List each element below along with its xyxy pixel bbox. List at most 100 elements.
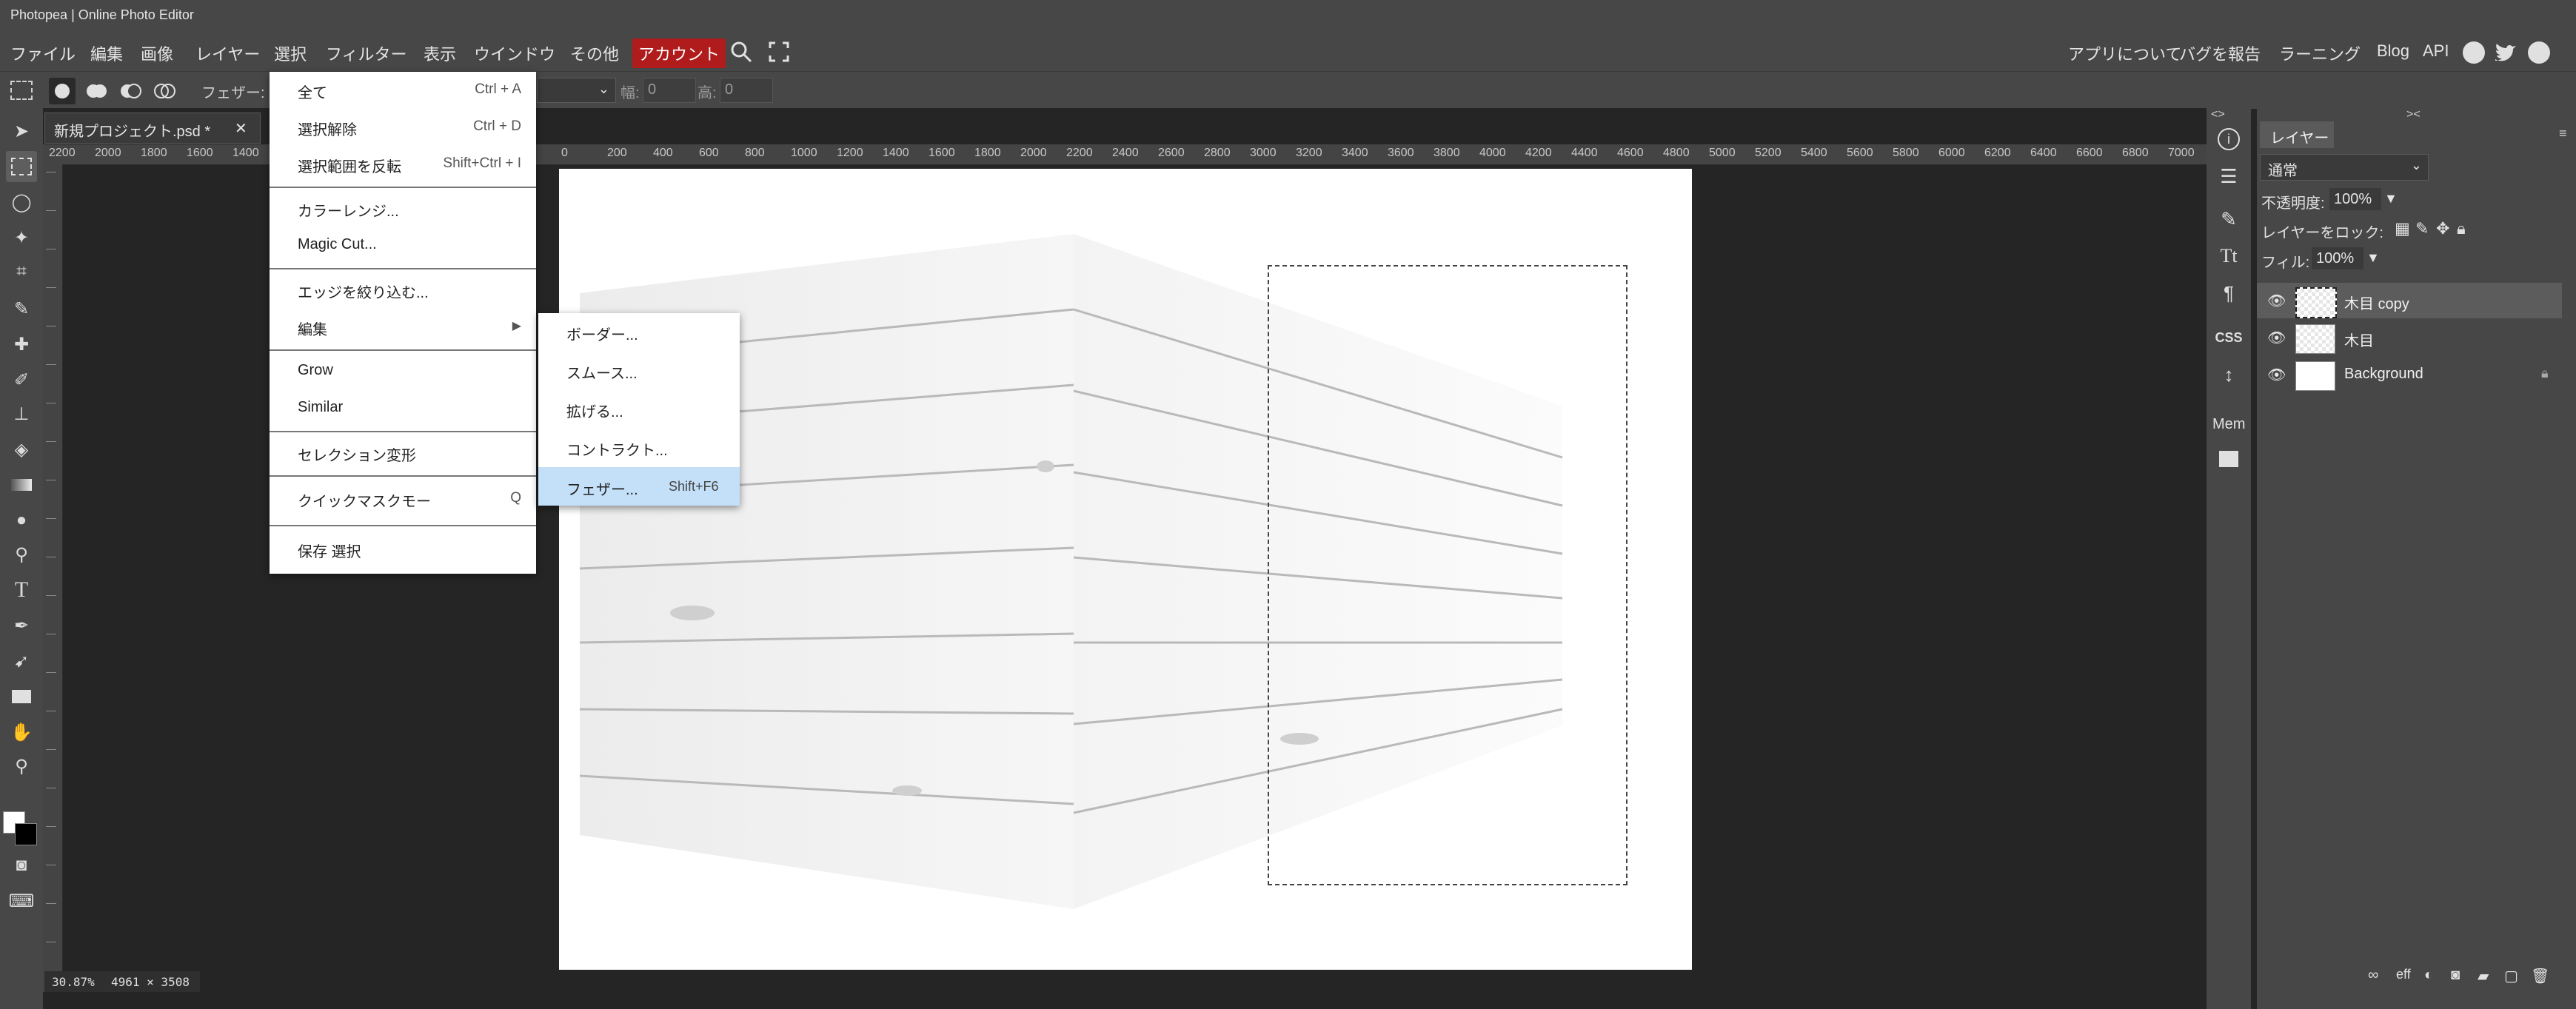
menu-view[interactable]: 表示 — [424, 41, 456, 65]
blur-tool-icon[interactable]: ● — [6, 505, 37, 536]
submenu-item-smooth[interactable]: スムース... — [538, 352, 740, 389]
keyboard-icon[interactable]: ⌨ — [6, 885, 37, 916]
brush-settings-icon[interactable]: ✎ — [2215, 206, 2242, 232]
layer-row[interactable]: 👁︎ 木目 — [2257, 320, 2562, 355]
link-bug-report[interactable]: バグを報告 — [2179, 41, 2261, 65]
gradient-tool-icon[interactable] — [6, 469, 37, 500]
lock-position-icon[interactable]: ✥ — [2436, 219, 2449, 238]
hand-tool-icon[interactable]: ✋ — [6, 717, 37, 748]
menu-item-grow[interactable]: Grow — [270, 353, 536, 390]
menu-item-modify[interactable]: 編集 ▶ — [270, 309, 536, 346]
close-icon[interactable]: ✕ — [235, 119, 247, 138]
submenu-item-border[interactable]: ボーダー... — [538, 313, 740, 350]
lock-all-icon[interactable]: 🔒︎ — [2457, 219, 2466, 238]
fullscreen-icon[interactable] — [769, 41, 789, 67]
panel-menu-icon[interactable]: ≡ — [2559, 126, 2567, 141]
eyedropper-tool-icon[interactable]: ✎ — [6, 293, 37, 324]
submenu-item-contract[interactable]: コントラクト... — [538, 429, 740, 466]
menu-edit[interactable]: 編集 — [90, 41, 123, 65]
zoom-tool-icon[interactable]: ⚲ — [6, 751, 37, 782]
layer-effects-icon[interactable]: eff — [2396, 967, 2411, 982]
style-dropdown[interactable]: ⌄ — [537, 78, 616, 103]
layer-row[interactable]: 👁︎ 木目 copy — [2257, 283, 2562, 318]
menu-item-transform-selection[interactable]: セレクション変形 — [270, 435, 536, 472]
magic-wand-tool-icon[interactable]: ✦ — [6, 222, 37, 253]
reddit-icon[interactable] — [2463, 41, 2485, 64]
trash-icon[interactable]: 🗑︎ — [2531, 967, 2549, 985]
layer-row[interactable]: 👁︎ Background 🔒︎ — [2257, 357, 2562, 392]
character-icon[interactable]: Tt — [2215, 243, 2242, 269]
quick-mask-icon[interactable]: ◙ — [6, 850, 37, 881]
lock-pixels-icon[interactable]: ✎ — [2415, 219, 2429, 238]
selection-new-mode-icon[interactable] — [49, 78, 76, 104]
eye-icon[interactable]: 👁︎ — [2267, 366, 2286, 384]
marquee-options-icon[interactable] — [10, 81, 33, 100]
menu-item-inverse[interactable]: 選択範囲を反転 Shift+Ctrl + I — [270, 146, 536, 183]
menu-item-quick-mask[interactable]: クイックマスクモー Q — [270, 479, 536, 525]
lock-transparency-icon[interactable]: ▦ — [2395, 219, 2410, 238]
link-learning[interactable]: ラーニング — [2279, 41, 2361, 65]
collapse-toggle-icon[interactable]: <> — [2211, 108, 2225, 121]
link-blog[interactable]: Blog — [2377, 41, 2409, 61]
document-tab[interactable]: 新規プロジェクト.psd * ✕ — [44, 113, 261, 144]
menu-item-magic-cut[interactable]: Magic Cut... — [270, 227, 536, 264]
info-icon[interactable]: i — [2215, 126, 2242, 152]
menu-item-similar[interactable]: Similar — [270, 390, 536, 427]
menu-image[interactable]: 画像 — [141, 41, 173, 65]
adjustments-icon[interactable]: ☰ — [2215, 163, 2242, 190]
panel-expand-icon[interactable]: >< — [2406, 108, 2421, 121]
menu-item-color-range[interactable]: カラーレンジ... — [270, 190, 536, 227]
rectangle-tool-icon[interactable] — [6, 681, 37, 712]
transform-icon[interactable]: ↕ — [2215, 361, 2242, 388]
eye-icon[interactable]: 👁︎ — [2267, 292, 2286, 310]
crop-tool-icon[interactable]: ⌗ — [6, 256, 37, 287]
lasso-tool-icon[interactable]: ◯ — [6, 187, 37, 218]
image-icon[interactable] — [2215, 446, 2242, 472]
pen-tool-icon[interactable]: ✒ — [6, 610, 37, 641]
menu-item-select-all[interactable]: 全て Ctrl + A — [270, 72, 536, 109]
link-layers-icon[interactable]: ∞ — [2368, 967, 2378, 984]
paragraph-icon[interactable]: ¶ — [2215, 280, 2242, 306]
twitter-icon[interactable] — [2494, 43, 2518, 68]
move-tool-icon[interactable]: ➤ — [6, 115, 37, 147]
menu-account[interactable]: アカウント — [632, 38, 726, 68]
link-about[interactable]: アプリについて — [2068, 41, 2181, 65]
submenu-item-feather[interactable]: フェザー... Shift+F6 — [538, 467, 740, 506]
new-layer-icon[interactable]: ▢ — [2504, 967, 2518, 985]
dodge-tool-icon[interactable]: ⚲ — [6, 539, 37, 570]
blend-mode-select[interactable]: 通常 ⌄ — [2260, 154, 2429, 181]
fill-input[interactable]: 100% — [2312, 247, 2363, 269]
menu-more[interactable]: その他 — [570, 41, 619, 65]
eraser-tool-icon[interactable]: ◈ — [6, 434, 37, 465]
adjustment-layer-icon[interactable]: ◐ — [2424, 967, 2433, 984]
menu-item-deselect[interactable]: 選択解除 Ctrl + D — [270, 109, 536, 146]
menu-file[interactable]: ファイル — [10, 41, 76, 65]
marquee-tool-icon[interactable] — [6, 151, 37, 182]
fill-dropdown-icon[interactable]: ▼ — [2366, 250, 2380, 266]
tab-layers[interactable]: レイヤー — [2260, 121, 2334, 148]
search-icon[interactable] — [729, 40, 753, 68]
selection-intersect-mode-icon[interactable] — [151, 78, 178, 109]
link-api[interactable]: API — [2423, 41, 2449, 61]
menu-layer[interactable]: レイヤー — [195, 41, 260, 65]
group-folder-icon[interactable]: ▰ — [2478, 967, 2489, 985]
eye-icon[interactable]: 👁︎ — [2267, 329, 2286, 347]
menu-select[interactable]: 選択 — [274, 41, 307, 65]
path-selection-tool-icon[interactable]: ➹ — [6, 646, 37, 677]
layer-mask-icon[interactable]: ◙ — [2451, 967, 2460, 984]
menu-filter[interactable]: フィルター — [326, 41, 407, 65]
selection-subtract-mode-icon[interactable] — [117, 78, 144, 109]
facebook-icon[interactable] — [2528, 41, 2550, 64]
selection-add-mode-icon[interactable] — [83, 78, 110, 109]
clone-stamp-tool-icon[interactable]: ⊥ — [6, 398, 37, 429]
brush-tool-icon[interactable]: ✐ — [6, 364, 37, 395]
css-icon[interactable]: CSS — [2215, 324, 2243, 351]
menu-window[interactable]: ウインドウ — [474, 41, 555, 65]
opacity-dropdown-icon[interactable]: ▼ — [2384, 191, 2398, 207]
width-input[interactable]: 0 — [643, 78, 696, 103]
background-color-swatch[interactable] — [15, 823, 37, 845]
opacity-input[interactable]: 100% — [2329, 188, 2381, 210]
memory-label[interactable]: Mem — [2212, 416, 2245, 433]
height-input[interactable]: 0 — [720, 78, 773, 103]
menu-item-save-selection[interactable]: 保存 選択 — [270, 529, 536, 571]
